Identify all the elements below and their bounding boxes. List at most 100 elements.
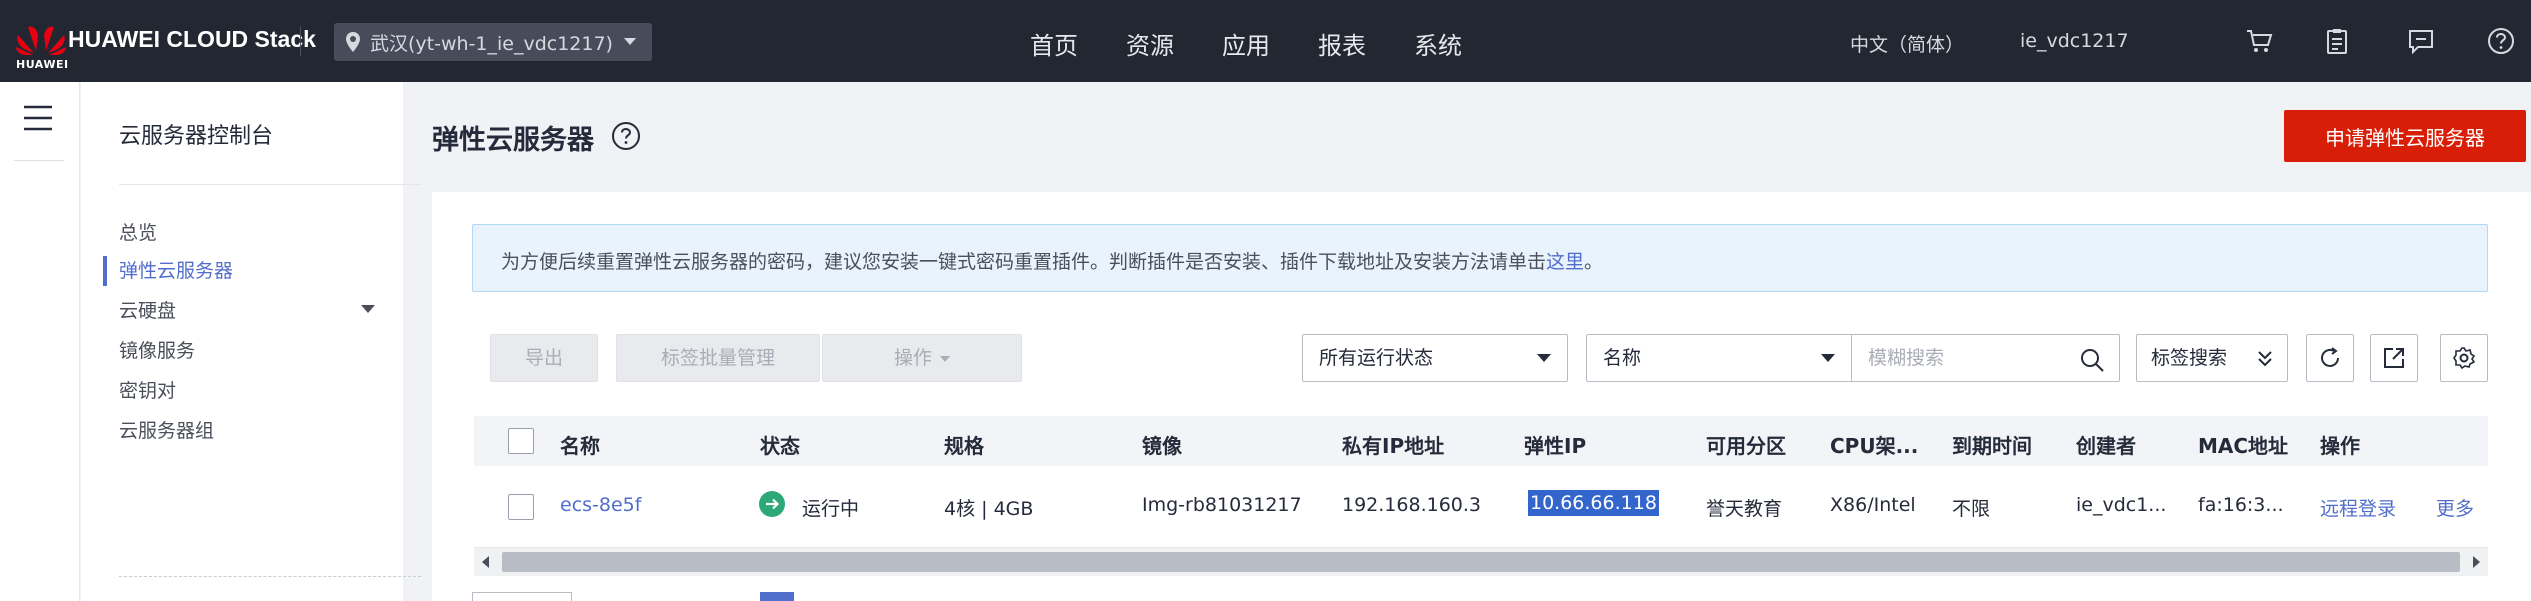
row-creator: ie_vdc1... xyxy=(2076,494,2167,516)
refresh-button[interactable] xyxy=(2306,334,2354,382)
nav-system[interactable]: 系统 xyxy=(1390,26,1486,61)
cart-icon[interactable] xyxy=(2244,26,2274,56)
col-mac[interactable]: MAC地址 xyxy=(2198,430,2288,459)
export-icon xyxy=(2384,348,2404,368)
left-rail xyxy=(0,82,80,601)
col-zone[interactable]: 可用分区 xyxy=(1706,430,1786,459)
clipboard-icon[interactable] xyxy=(2322,26,2352,56)
row-image: Img-rb81031217 xyxy=(1142,494,1302,516)
row-spec: 4核 | 4GB xyxy=(944,498,1034,520)
tag-search-button[interactable]: 标签搜索 xyxy=(2136,334,2288,382)
nav-reports[interactable]: 报表 xyxy=(1294,26,1390,61)
nav-home[interactable]: 首页 xyxy=(1006,26,1102,61)
refresh-icon xyxy=(2321,347,2339,367)
col-private-ip[interactable]: 私有IP地址 xyxy=(1342,430,1444,459)
search-field-value: 名称 xyxy=(1603,347,1642,369)
chevron-down-icon xyxy=(940,355,950,362)
page-title: 弹性云服务器 xyxy=(432,125,594,156)
select-all-checkbox[interactable] xyxy=(508,428,534,454)
help-icon[interactable] xyxy=(610,120,642,152)
page-size-select[interactable] xyxy=(472,592,572,601)
search-input[interactable] xyxy=(1868,343,2068,373)
sidebar-item-images[interactable]: 镜像服务 xyxy=(119,336,195,363)
notice-link[interactable]: 这里 xyxy=(1546,251,1584,273)
notice-banner: 为方便后续重置弹性云服务器的密码，建议您安装一键式密码重置插件。判断插件是否安装… xyxy=(472,224,2488,292)
message-icon[interactable] xyxy=(2406,26,2436,56)
sidebar: 云服务器控制台 总览 弹性云服务器 云硬盘 镜像服务 密钥对 云服务器组 xyxy=(81,82,421,601)
search-field-select[interactable]: 名称 xyxy=(1586,334,1852,382)
current-page-indicator[interactable] xyxy=(760,592,794,601)
settings-button[interactable] xyxy=(2440,334,2488,382)
col-name[interactable]: 名称 xyxy=(560,430,600,459)
search-box xyxy=(1852,334,2120,382)
col-creator[interactable]: 创建者 xyxy=(2076,430,2136,459)
notice-end: 。 xyxy=(1584,251,1604,273)
divider xyxy=(119,576,421,577)
row-status: 运行中 xyxy=(802,498,860,520)
logo-wordmark: HUAWEI xyxy=(16,58,69,71)
divider xyxy=(300,26,301,56)
chevron-down-icon xyxy=(1537,354,1551,362)
menu-icon[interactable] xyxy=(22,104,54,132)
sidebar-item-ecs[interactable]: 弹性云服务器 xyxy=(119,256,233,283)
col-actions: 操作 xyxy=(2320,434,2360,458)
double-chevron-down-icon xyxy=(2258,351,2272,367)
scroll-thumb[interactable] xyxy=(502,552,2460,572)
chevron-down-icon xyxy=(624,38,636,45)
export-list-button[interactable] xyxy=(2370,334,2418,382)
operations-button[interactable]: 操作 xyxy=(822,334,1022,382)
region-label: 武汉(yt-wh-1_ie_vdc1217) xyxy=(370,32,613,55)
running-status-icon xyxy=(759,491,785,517)
col-status[interactable]: 状态 xyxy=(760,430,800,459)
divider xyxy=(119,184,421,185)
scroll-right-icon[interactable] xyxy=(2473,556,2480,568)
gear-icon xyxy=(2453,347,2476,370)
col-cpu-arch[interactable]: CPU架... xyxy=(1830,430,1918,459)
status-filter-select[interactable]: 所有运行状态 xyxy=(1302,334,1568,382)
location-pin-icon xyxy=(346,32,360,52)
col-spec[interactable]: 规格 xyxy=(944,430,984,459)
active-indicator xyxy=(103,256,107,286)
tag-batch-button[interactable]: 标签批量管理 xyxy=(616,334,820,382)
export-button[interactable]: 导出 xyxy=(490,334,598,382)
row-zone: 誉天教育 xyxy=(1706,498,1783,520)
row-mac: fa:16:3... xyxy=(2198,494,2284,516)
notice-text: 为方便后续重置弹性云服务器的密码，建议您安装一键式密码重置插件。判断插件是否安装… xyxy=(501,251,1547,273)
divider xyxy=(14,160,64,161)
operations-label: 操作 xyxy=(893,347,932,369)
sidebar-title: 云服务器控制台 xyxy=(119,124,274,149)
user-menu[interactable]: ie_vdc1217 xyxy=(2020,30,2129,52)
nav-resources[interactable]: 资源 xyxy=(1102,26,1198,61)
col-image[interactable]: 镜像 xyxy=(1142,430,1182,459)
brand-name[interactable]: HUAWEI CLOUD Stack xyxy=(68,26,316,53)
scroll-left-icon[interactable] xyxy=(482,556,489,568)
region-selector[interactable]: 武汉(yt-wh-1_ie_vdc1217) xyxy=(334,23,652,61)
row-name-link[interactable]: ecs-8e5f xyxy=(560,494,641,516)
nav-applications[interactable]: 应用 xyxy=(1198,26,1294,61)
help-icon[interactable] xyxy=(2486,26,2516,56)
horizontal-scrollbar[interactable] xyxy=(474,548,2488,576)
row-cpu-arch: X86/Intel xyxy=(1830,494,1916,516)
sidebar-item-server-groups[interactable]: 云服务器组 xyxy=(119,416,214,443)
row-checkbox[interactable] xyxy=(508,494,534,520)
sidebar-item-keypairs[interactable]: 密钥对 xyxy=(119,376,176,403)
row-eip-selected[interactable]: 10.66.66.118 xyxy=(1528,490,1659,516)
col-expire[interactable]: 到期时间 xyxy=(1952,430,2032,459)
more-actions-link[interactable]: 更多 xyxy=(2436,494,2474,521)
row-expire: 不限 xyxy=(1952,498,1991,520)
top-nav: 首页 资源 应用 报表 系统 xyxy=(1006,26,1486,61)
chevron-down-icon[interactable] xyxy=(361,305,375,313)
search-icon[interactable] xyxy=(2079,347,2105,373)
sidebar-item-evs[interactable]: 云硬盘 xyxy=(119,296,176,323)
table-row: ecs-8e5f 运行中 4核 | 4GB Img-rb81031217 192… xyxy=(474,468,2488,548)
language-switcher[interactable]: 中文（简体） xyxy=(1850,30,1964,57)
sidebar-item-overview[interactable]: 总览 xyxy=(119,218,157,245)
top-bar: HUAWEI HUAWEI CLOUD Stack 武汉(yt-wh-1_ie_… xyxy=(0,0,2531,82)
chevron-down-icon xyxy=(1821,354,1835,362)
status-filter-value: 所有运行状态 xyxy=(1319,347,1434,369)
remote-login-link[interactable]: 远程登录 xyxy=(2320,494,2396,521)
apply-ecs-button[interactable]: 申请弹性云服务器 xyxy=(2284,110,2526,162)
col-eip[interactable]: 弹性IP xyxy=(1524,430,1586,459)
table-header: 名称 状态 规格 镜像 私有IP地址 弹性IP 可用分区 CPU架... 到期时… xyxy=(474,416,2488,466)
row-private-ip[interactable]: 192.168.160.3 xyxy=(1342,494,1481,516)
